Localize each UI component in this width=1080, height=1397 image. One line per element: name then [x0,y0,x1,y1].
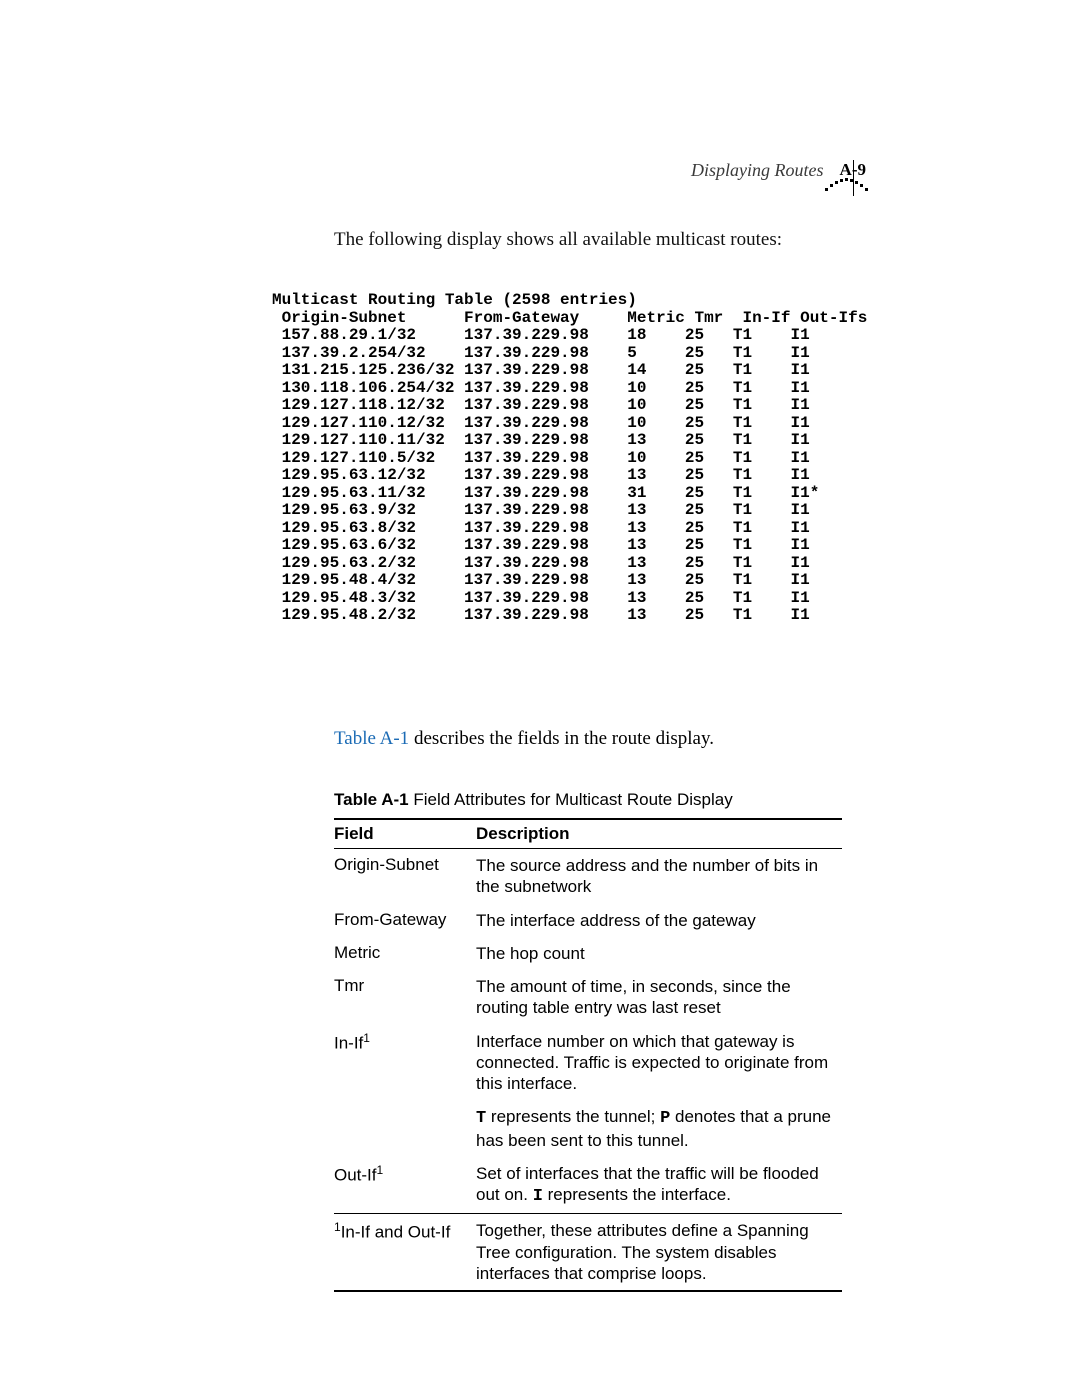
table-reference-sentence: Table A-1 describes the fields in the ro… [334,728,714,750]
field-cell: From-Gateway [334,904,476,937]
intro-text: The following display shows all availabl… [334,229,782,251]
table-row: Out-If1Set of interfaces that the traffi… [334,1157,842,1214]
section-title: Displaying Routes [691,160,824,181]
description-cell: The source address and the number of bit… [476,849,842,904]
footnote-description-cell: Together, these attributes define a Span… [476,1214,842,1291]
table-row: MetricThe hop count [334,937,842,970]
field-cell: Tmr [334,970,476,1025]
description-cell: The hop count [476,937,842,970]
table-row: TmrThe amount of time, in seconds, since… [334,970,842,1025]
description-cell: The amount of time, in seconds, since th… [476,970,842,1025]
table-row: In-If1Interface number on which that gat… [334,1025,842,1101]
decorative-dots [825,184,868,187]
table-row: From-GatewayThe interface address of the… [334,904,842,937]
table-footnote-row: 1In-If and Out-IfTogether, these attribu… [334,1214,842,1291]
footnote-field-cell: 1In-If and Out-If [334,1214,476,1291]
description-cell: The interface address of the gateway [476,904,842,937]
table-reference-rest: describes the fields in the route displa… [409,728,714,749]
multicast-routing-table: Multicast Routing Table (2598 entries) O… [272,292,867,625]
page-number: A-9 [840,160,870,180]
column-header-description: Description [476,819,842,849]
field-cell: Origin-Subnet [334,849,476,904]
field-cell: In-If1 [334,1025,476,1101]
field-attributes-table: Field Description Origin-SubnetThe sourc… [334,818,842,1292]
table-caption-bold: Table A-1 [334,790,409,809]
description-cell: T represents the tunnel; P denotes that … [476,1100,842,1157]
table-reference-link[interactable]: Table A-1 [334,728,409,749]
description-cell: Interface number on which that gateway i… [476,1025,842,1101]
description-cell: Set of interfaces that the traffic will … [476,1157,842,1214]
header-divider [853,160,854,196]
field-cell: Metric [334,937,476,970]
column-header-field: Field [334,819,476,849]
field-cell: Out-If1 [334,1157,476,1214]
table-caption: Table A-1 Field Attributes for Multicast… [334,790,733,810]
table-row: T represents the tunnel; P denotes that … [334,1100,842,1157]
field-cell [334,1100,476,1157]
table-caption-rest: Field Attributes for Multicast Route Dis… [409,790,733,809]
table-row: Origin-SubnetThe source address and the … [334,849,842,904]
